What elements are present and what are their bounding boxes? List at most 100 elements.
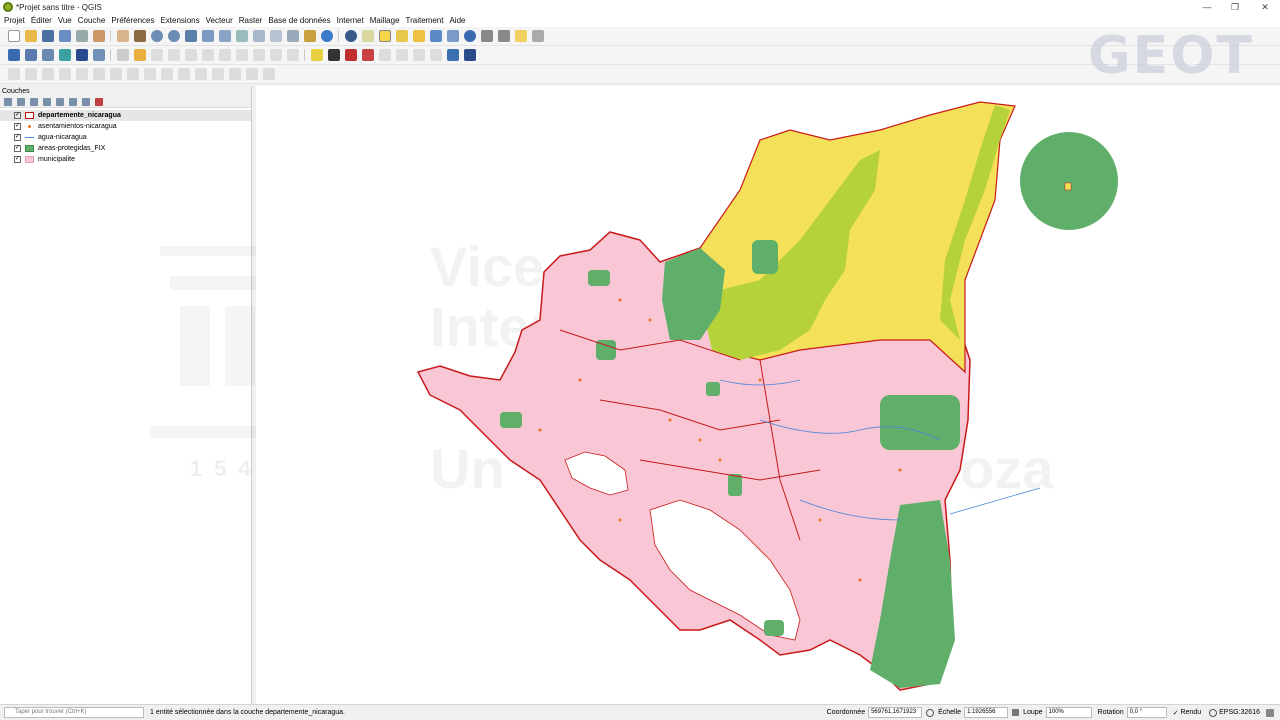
extent-toggle-icon[interactable] [926, 708, 935, 717]
save-edits-icon[interactable] [151, 49, 163, 61]
bookmark-icon[interactable] [287, 30, 299, 42]
magnifier-field[interactable]: 100% [1045, 707, 1092, 718]
undo-icon[interactable] [270, 49, 282, 61]
label-highlight-icon[interactable] [345, 49, 357, 61]
new-map-view-icon[interactable] [304, 30, 316, 42]
menu-raster[interactable]: Raster [239, 16, 263, 25]
label-pin-icon[interactable] [328, 49, 340, 61]
pencil-icon[interactable] [134, 49, 146, 61]
identify-icon[interactable] [345, 30, 357, 42]
coordinate-field[interactable]: 569761,1671923 [868, 707, 923, 718]
pan-icon[interactable] [117, 30, 129, 42]
map-canvas[interactable]: Vice Inter Un oza [256, 86, 1280, 704]
menu-couche[interactable]: Couche [78, 16, 106, 25]
zoom-selection-icon[interactable] [202, 30, 214, 42]
layer-checkbox[interactable]: ✓ [14, 123, 21, 130]
label-move-icon[interactable] [379, 49, 391, 61]
processing-toolbox-icon[interactable] [464, 30, 476, 42]
zoom-out-icon[interactable] [168, 30, 180, 42]
filter-legend-icon[interactable] [56, 97, 64, 106]
delete-ring-icon[interactable] [127, 68, 139, 80]
menu-aide[interactable]: Aide [449, 16, 465, 25]
menu-traitement[interactable]: Traitement [406, 16, 444, 25]
select-by-value-icon[interactable] [413, 30, 425, 42]
redo-icon[interactable] [287, 49, 299, 61]
locator-search-input[interactable]: Taper pour trouver (Ctrl+K) [4, 707, 144, 718]
split-parts-icon[interactable] [195, 68, 207, 80]
trim-extend-icon[interactable] [263, 68, 275, 80]
zoom-native-icon[interactable] [236, 30, 248, 42]
vertex-tool-icon[interactable] [185, 49, 197, 61]
data-source-manager-icon[interactable] [8, 49, 20, 61]
expand-all-icon[interactable] [69, 97, 77, 106]
delete-selected-icon[interactable] [202, 49, 214, 61]
refresh-icon[interactable] [321, 30, 333, 42]
digitize-icon[interactable] [168, 49, 180, 61]
manage-visibility-icon[interactable] [30, 97, 38, 106]
annotation-icon[interactable] [532, 30, 544, 42]
map-tips-icon[interactable] [515, 30, 527, 42]
layer-checkbox[interactable]: ✓ [14, 145, 21, 152]
split-icon[interactable] [178, 68, 190, 80]
layer-item-asentamientos-nicaragua[interactable]: ✓ asentamientos-nicaragua [0, 121, 251, 132]
layer-checkbox[interactable]: ✓ [14, 156, 21, 163]
advanced-digitize-icon[interactable] [8, 68, 20, 80]
layer-item-municipalite[interactable]: ✓ municipalite [0, 154, 251, 165]
maximize-button[interactable]: ❐ [1220, 0, 1250, 14]
new-layer-icon[interactable] [25, 49, 37, 61]
add-vector-icon[interactable] [42, 49, 54, 61]
run-action-icon[interactable] [362, 30, 374, 42]
crs-globe-icon[interactable] [1209, 708, 1218, 717]
merge-attributes-icon[interactable] [229, 68, 241, 80]
menu-vue[interactable]: Vue [58, 16, 72, 25]
style-icon[interactable] [4, 97, 12, 106]
menu-editer[interactable]: Éditer [31, 16, 52, 25]
python-console-icon[interactable] [447, 49, 459, 61]
add-group-icon[interactable] [17, 97, 25, 106]
deselect-icon[interactable] [396, 30, 408, 42]
plugin-icon[interactable] [464, 49, 476, 61]
menu-extensions[interactable]: Extensions [160, 16, 199, 25]
paste-icon[interactable] [253, 49, 265, 61]
copy-icon[interactable] [236, 49, 248, 61]
filter-icon[interactable] [43, 97, 51, 106]
save-project-icon[interactable] [42, 30, 54, 42]
zoom-in-icon[interactable] [151, 30, 163, 42]
delete-part-icon[interactable] [144, 68, 156, 80]
menu-maillage[interactable]: Maillage [370, 16, 400, 25]
pan-to-selection-icon[interactable] [134, 30, 146, 42]
add-raster-icon[interactable] [59, 49, 71, 61]
zoom-layer-icon[interactable] [219, 30, 231, 42]
fill-ring-icon[interactable] [110, 68, 122, 80]
merge-icon[interactable] [212, 68, 224, 80]
attribute-table-icon[interactable] [430, 30, 442, 42]
print-layout-icon[interactable] [76, 30, 88, 42]
select-features-icon[interactable] [379, 30, 391, 42]
label-icon[interactable] [311, 49, 323, 61]
menu-base-de-donnees[interactable]: Base de données [268, 16, 330, 25]
rotate-symbol-icon[interactable] [246, 68, 258, 80]
zoom-last-icon[interactable] [253, 30, 265, 42]
nicaragua-map[interactable] [256, 86, 1280, 704]
statistics-icon[interactable] [481, 30, 493, 42]
reshape-icon[interactable] [161, 68, 173, 80]
label-show-icon[interactable] [430, 49, 442, 61]
menu-projet[interactable]: Projet [4, 16, 25, 25]
rotation-field[interactable]: 0,0 ° [1126, 707, 1167, 718]
layer-item-agua-nicaragua[interactable]: ✓ agua-nicaragua [0, 132, 251, 143]
layer-item-departemente-nicaragua[interactable]: ✓ departemente_nicaragua [0, 110, 251, 121]
scale-field[interactable]: 1:1926556 [964, 707, 1009, 718]
label-change-icon[interactable] [413, 49, 425, 61]
zoom-next-icon[interactable] [270, 30, 282, 42]
label-toggle-icon[interactable] [362, 49, 374, 61]
menu-preferences[interactable]: Préférences [111, 16, 154, 25]
layer-checkbox[interactable]: ✓ [14, 134, 21, 141]
rotate-feature-icon[interactable] [42, 68, 54, 80]
messages-icon[interactable] [1266, 708, 1274, 717]
toggle-editing-icon[interactable] [117, 49, 129, 61]
collapse-all-icon[interactable] [82, 97, 90, 106]
crs-button[interactable]: EPSG:32616 [1219, 709, 1260, 716]
remove-layer-icon[interactable] [95, 97, 103, 106]
new-project-icon[interactable] [8, 30, 20, 42]
add-part-icon[interactable] [93, 68, 105, 80]
